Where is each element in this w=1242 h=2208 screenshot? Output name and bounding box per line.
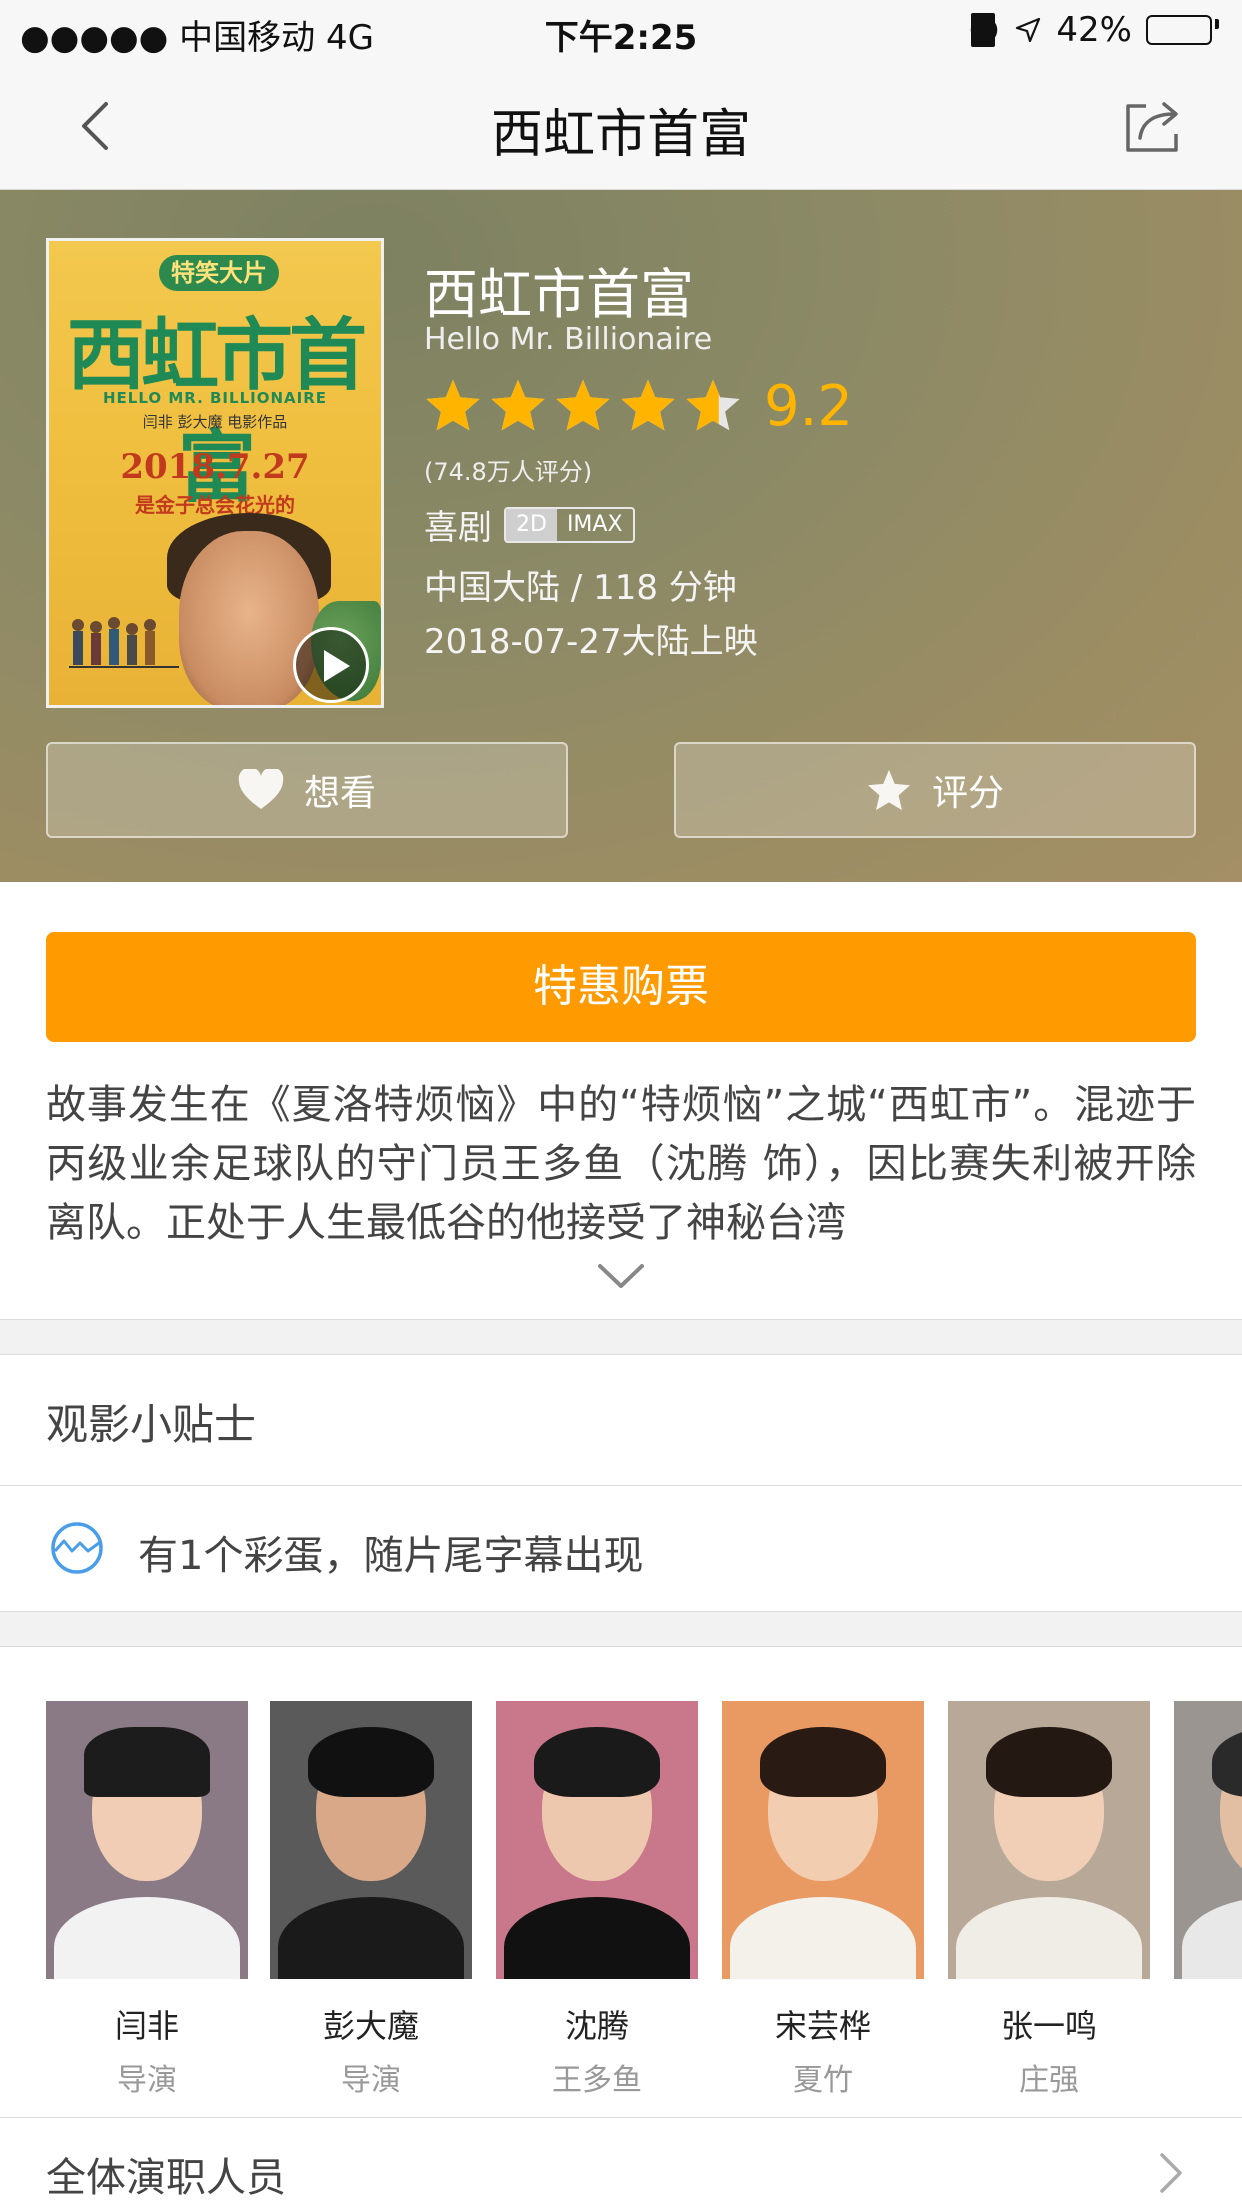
nav-bar: 西虹市首富 <box>0 62 1242 190</box>
star-icon <box>686 379 740 431</box>
poster-names: 闫非 彭大魔 电影作品 <box>142 413 288 431</box>
cast-item[interactable]: 宋芸桦 夏竹 <box>722 1701 924 2099</box>
poster-subtitle: HELLO MR. BILLIONAIRE <box>102 389 328 407</box>
cast-name: 闫非 <box>114 2007 179 2045</box>
poster-date: 2018.7.27 <box>120 447 310 487</box>
page-title: 西虹市首富 <box>490 105 751 165</box>
divider <box>0 1485 1242 1486</box>
star-icon <box>491 379 545 431</box>
heart-icon <box>238 769 284 809</box>
cast-role: 庄强 <box>1019 2063 1079 2098</box>
movie-title: 西虹市首富 <box>424 263 694 326</box>
cast-name: 彭大魔 <box>322 2007 419 2045</box>
divider <box>0 2117 1242 2118</box>
genre-row: 喜剧 2D IMAX <box>424 500 635 549</box>
movie-release-date: 2018-07-27大陆上映 <box>424 622 758 662</box>
cast-photo <box>948 1701 1150 1979</box>
all-cast-link[interactable]: 全体演职人员 <box>46 2145 286 2203</box>
status-bar: ●●●●● 中国移动 4G 下午2:25 42% <box>0 0 1242 62</box>
cast-role: 金 <box>1174 2055 1242 2099</box>
poster-crowd <box>69 617 179 668</box>
want-to-see-button[interactable]: 想看 <box>46 742 568 838</box>
cast-role: 导演 <box>117 2063 177 2098</box>
cast-item[interactable]: 张一鸣 庄强 <box>948 1701 1150 2099</box>
synopsis-text[interactable]: 故事发生在《夏洛特烦恼》中的“特烦恼”之城“西虹市”。混迹于丙级业余足球队的守门… <box>46 1076 1196 1252</box>
rating-stars <box>424 376 742 434</box>
easter-egg-icon <box>51 1522 103 1574</box>
chevron-right-icon[interactable] <box>1156 2151 1186 2195</box>
status-right: 42% <box>968 10 1212 50</box>
chevron-down-icon[interactable] <box>596 1260 646 1294</box>
cast-name: 沈腾 <box>564 2007 629 2045</box>
cast-photo <box>722 1701 924 1979</box>
cast-role: 导演 <box>341 2063 401 2098</box>
battery-percent: 42% <box>1056 10 1132 50</box>
location-icon <box>1016 17 1041 43</box>
star-icon <box>867 769 911 811</box>
cast-section: 闫非 导演 彭大魔 导演 沈腾 王多鱼 宋芸桦 夏竹 张一鸣 庄强 全体演职人员 <box>0 1646 1242 2208</box>
movie-region-duration: 中国大陆 / 118 分钟 <box>424 568 737 608</box>
rate-button[interactable]: 评分 <box>674 742 1196 838</box>
cast-photo <box>270 1701 472 1979</box>
star-icon <box>426 379 480 431</box>
cast-name: 张 <box>1174 2001 1242 2047</box>
rating-votes: (74.8万人评分) <box>424 458 593 486</box>
buy-synopsis-section: 特惠购票 故事发生在《夏洛特烦恼》中的“特烦恼”之城“西虹市”。混迹于丙级业余足… <box>0 882 1242 1320</box>
easter-egg-text: 有1个彩蛋，随片尾字幕出现 <box>138 1533 644 1579</box>
movie-english-title: Hello Mr. Billionaire <box>424 322 713 357</box>
star-icon <box>556 379 610 431</box>
cast-name: 宋芸桦 <box>774 2007 871 2045</box>
tips-title: 观影小贴士 <box>46 1400 257 1449</box>
cast-photo <box>496 1701 698 1979</box>
buy-ticket-button[interactable]: 特惠购票 <box>46 932 1196 1042</box>
star-icon <box>621 379 675 431</box>
share-icon[interactable] <box>1122 96 1182 156</box>
cast-item[interactable]: 彭大魔 导演 <box>270 1701 472 2099</box>
format-imax: IMAX <box>566 511 623 537</box>
want-to-see-label: 想看 <box>303 773 376 814</box>
format-2d: 2D <box>506 508 557 541</box>
cast-item[interactable]: 张 金 <box>1174 1701 1242 2099</box>
cast-name: 张一鸣 <box>1000 2007 1097 2045</box>
play-trailer-icon[interactable] <box>293 627 369 703</box>
cast-item[interactable]: 沈腾 王多鱼 <box>496 1701 698 2099</box>
cast-list: 闫非 导演 彭大魔 导演 沈腾 王多鱼 宋芸桦 夏竹 张一鸣 庄强 <box>46 1701 1242 2101</box>
viewing-tips-section: 观影小贴士 有1个彩蛋，随片尾字幕出现 <box>0 1354 1242 1612</box>
cast-role: 王多鱼 <box>552 2063 642 2098</box>
cast-photo <box>46 1701 248 1979</box>
cast-role: 夏竹 <box>793 2063 853 2098</box>
rate-label: 评分 <box>931 773 1004 814</box>
movie-genre: 喜剧 <box>424 508 492 548</box>
movie-header: 特笑大片 西虹市首富 HELLO MR. BILLIONAIRE 闫非 彭大魔 … <box>0 190 1242 882</box>
cast-photo <box>1174 1701 1242 1979</box>
poster-slogan: 是金子总会花光的 <box>135 493 295 517</box>
rating-score: 9.2 <box>764 374 854 439</box>
movie-poster[interactable]: 特笑大片 西虹市首富 HELLO MR. BILLIONAIRE 闫非 彭大魔 … <box>46 238 384 708</box>
format-badge: 2D IMAX <box>504 506 635 543</box>
battery-icon <box>1146 15 1212 45</box>
poster-tag: 特笑大片 <box>159 255 279 291</box>
cast-item[interactable]: 闫非 导演 <box>46 1701 248 2099</box>
